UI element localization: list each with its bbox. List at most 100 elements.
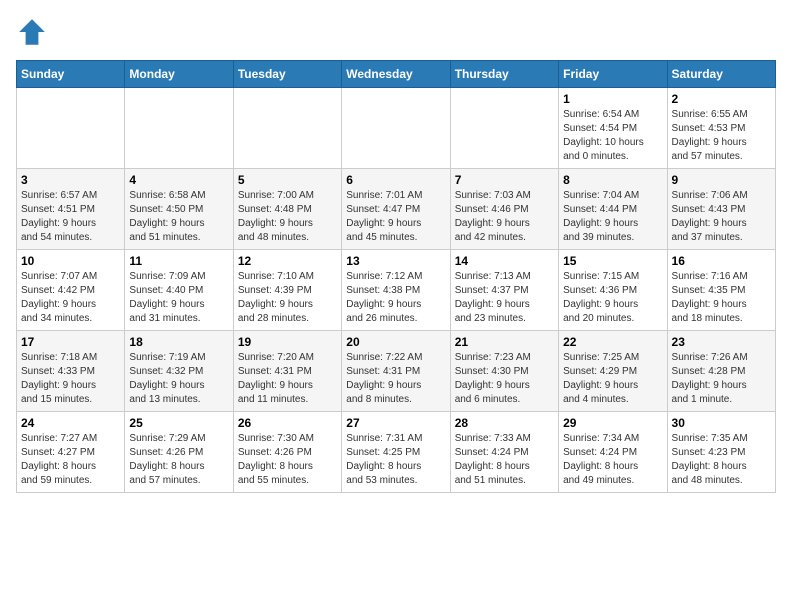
calendar-cell: 24 Sunrise: 7:27 AM Sunset: 4:27 PM Dayli…	[17, 412, 125, 493]
day-number: 25	[129, 416, 228, 430]
calendar-cell: 22 Sunrise: 7:25 AM Sunset: 4:29 PM Dayli…	[559, 331, 667, 412]
calendar-cell: 21 Sunrise: 7:23 AM Sunset: 4:30 PM Dayli…	[450, 331, 558, 412]
day-info: Sunrise: 7:01 AM Sunset: 4:47 PM Dayligh…	[346, 189, 445, 245]
calendar-cell	[450, 88, 558, 169]
logo-icon	[16, 16, 48, 48]
calendar-cell: 4 Sunrise: 6:58 AM Sunset: 4:50 PM Daylig…	[125, 169, 233, 250]
calendar-cell: 23 Sunrise: 7:26 AM Sunset: 4:28 PM Dayli…	[667, 331, 775, 412]
calendar-cell: 3 Sunrise: 6:57 AM Sunset: 4:51 PM Daylig…	[17, 169, 125, 250]
day-number: 3	[21, 173, 120, 187]
column-header-friday: Friday	[559, 61, 667, 88]
day-info: Sunrise: 7:19 AM Sunset: 4:32 PM Dayligh…	[129, 351, 228, 407]
calendar-week-1: 1Sunrise: 6:54 AM Sunset: 4:54 PM Daylig…	[17, 88, 776, 169]
calendar-cell: 14 Sunrise: 7:13 AM Sunset: 4:37 PM Dayli…	[450, 250, 558, 331]
day-info: Sunrise: 7:00 AM Sunset: 4:48 PM Dayligh…	[238, 189, 337, 245]
day-info: Sunrise: 6:55 AM Sunset: 4:53 PM Dayligh…	[672, 108, 771, 164]
day-number: 12	[238, 254, 337, 268]
day-number: 23	[672, 335, 771, 349]
day-number: 26	[238, 416, 337, 430]
day-info: Sunrise: 7:22 AM Sunset: 4:31 PM Dayligh…	[346, 351, 445, 407]
calendar-cell: 29 Sunrise: 7:34 AM Sunset: 4:24 PM Dayli…	[559, 412, 667, 493]
calendar-cell	[125, 88, 233, 169]
day-number: 7	[455, 173, 554, 187]
calendar-cell: 18 Sunrise: 7:19 AM Sunset: 4:32 PM Dayli…	[125, 331, 233, 412]
calendar-header-row: SundayMondayTuesdayWednesdayThursdayFrid…	[17, 61, 776, 88]
day-number: 8	[563, 173, 662, 187]
calendar-cell	[17, 88, 125, 169]
calendar-cell: 16 Sunrise: 7:16 AM Sunset: 4:35 PM Dayli…	[667, 250, 775, 331]
calendar-cell: 12 Sunrise: 7:10 AM Sunset: 4:39 PM Dayli…	[233, 250, 341, 331]
day-number: 14	[455, 254, 554, 268]
day-info: Sunrise: 6:58 AM Sunset: 4:50 PM Dayligh…	[129, 189, 228, 245]
day-number: 6	[346, 173, 445, 187]
day-number: 22	[563, 335, 662, 349]
day-info: Sunrise: 7:16 AM Sunset: 4:35 PM Dayligh…	[672, 270, 771, 326]
calendar-cell: 26 Sunrise: 7:30 AM Sunset: 4:26 PM Dayli…	[233, 412, 341, 493]
calendar-week-2: 3 Sunrise: 6:57 AM Sunset: 4:51 PM Daylig…	[17, 169, 776, 250]
day-number: 4	[129, 173, 228, 187]
day-number: 5	[238, 173, 337, 187]
day-number: 28	[455, 416, 554, 430]
page-header	[16, 16, 776, 48]
column-header-monday: Monday	[125, 61, 233, 88]
day-info: Sunrise: 7:10 AM Sunset: 4:39 PM Dayligh…	[238, 270, 337, 326]
calendar-cell: 28 Sunrise: 7:33 AM Sunset: 4:24 PM Dayli…	[450, 412, 558, 493]
day-info: Sunrise: 7:12 AM Sunset: 4:38 PM Dayligh…	[346, 270, 445, 326]
day-info: Sunrise: 7:27 AM Sunset: 4:27 PM Dayligh…	[21, 432, 120, 488]
day-info: Sunrise: 7:23 AM Sunset: 4:30 PM Dayligh…	[455, 351, 554, 407]
calendar-cell: 8Sunrise: 7:04 AM Sunset: 4:44 PM Daylig…	[559, 169, 667, 250]
day-info: Sunrise: 7:33 AM Sunset: 4:24 PM Dayligh…	[455, 432, 554, 488]
day-info: Sunrise: 7:31 AM Sunset: 4:25 PM Dayligh…	[346, 432, 445, 488]
calendar-cell: 6 Sunrise: 7:01 AM Sunset: 4:47 PM Daylig…	[342, 169, 450, 250]
day-info: Sunrise: 7:35 AM Sunset: 4:23 PM Dayligh…	[672, 432, 771, 488]
calendar-cell: 11Sunrise: 7:09 AM Sunset: 4:40 PM Dayli…	[125, 250, 233, 331]
day-number: 9	[672, 173, 771, 187]
calendar-cell: 17 Sunrise: 7:18 AM Sunset: 4:33 PM Dayli…	[17, 331, 125, 412]
day-number: 17	[21, 335, 120, 349]
calendar-cell: 13 Sunrise: 7:12 AM Sunset: 4:38 PM Dayli…	[342, 250, 450, 331]
day-number: 10	[21, 254, 120, 268]
calendar-cell: 27Sunrise: 7:31 AM Sunset: 4:25 PM Dayli…	[342, 412, 450, 493]
day-number: 2	[672, 92, 771, 106]
column-header-saturday: Saturday	[667, 61, 775, 88]
column-header-wednesday: Wednesday	[342, 61, 450, 88]
calendar-cell: 2 Sunrise: 6:55 AM Sunset: 4:53 PM Daylig…	[667, 88, 775, 169]
calendar-cell: 9Sunrise: 7:06 AM Sunset: 4:43 PM Daylig…	[667, 169, 775, 250]
day-number: 11	[129, 254, 228, 268]
day-number: 29	[563, 416, 662, 430]
day-info: Sunrise: 6:57 AM Sunset: 4:51 PM Dayligh…	[21, 189, 120, 245]
column-header-thursday: Thursday	[450, 61, 558, 88]
day-number: 30	[672, 416, 771, 430]
day-number: 20	[346, 335, 445, 349]
day-number: 19	[238, 335, 337, 349]
day-info: Sunrise: 6:54 AM Sunset: 4:54 PM Dayligh…	[563, 108, 662, 164]
day-info: Sunrise: 7:03 AM Sunset: 4:46 PM Dayligh…	[455, 189, 554, 245]
calendar-cell: 7 Sunrise: 7:03 AM Sunset: 4:46 PM Daylig…	[450, 169, 558, 250]
day-info: Sunrise: 7:13 AM Sunset: 4:37 PM Dayligh…	[455, 270, 554, 326]
day-info: Sunrise: 7:25 AM Sunset: 4:29 PM Dayligh…	[563, 351, 662, 407]
calendar-cell: 19 Sunrise: 7:20 AM Sunset: 4:31 PM Dayli…	[233, 331, 341, 412]
day-number: 16	[672, 254, 771, 268]
calendar-cell	[342, 88, 450, 169]
day-number: 18	[129, 335, 228, 349]
day-number: 24	[21, 416, 120, 430]
day-info: Sunrise: 7:29 AM Sunset: 4:26 PM Dayligh…	[129, 432, 228, 488]
day-number: 13	[346, 254, 445, 268]
calendar-week-4: 17 Sunrise: 7:18 AM Sunset: 4:33 PM Dayli…	[17, 331, 776, 412]
calendar-cell	[233, 88, 341, 169]
day-number: 21	[455, 335, 554, 349]
calendar-cell: 10 Sunrise: 7:07 AM Sunset: 4:42 PM Dayli…	[17, 250, 125, 331]
day-info: Sunrise: 7:18 AM Sunset: 4:33 PM Dayligh…	[21, 351, 120, 407]
day-info: Sunrise: 7:30 AM Sunset: 4:26 PM Dayligh…	[238, 432, 337, 488]
day-info: Sunrise: 7:20 AM Sunset: 4:31 PM Dayligh…	[238, 351, 337, 407]
day-number: 15	[563, 254, 662, 268]
calendar-cell: 5 Sunrise: 7:00 AM Sunset: 4:48 PM Daylig…	[233, 169, 341, 250]
calendar-week-5: 24 Sunrise: 7:27 AM Sunset: 4:27 PM Dayli…	[17, 412, 776, 493]
day-info: Sunrise: 7:26 AM Sunset: 4:28 PM Dayligh…	[672, 351, 771, 407]
column-header-tuesday: Tuesday	[233, 61, 341, 88]
day-info: Sunrise: 7:07 AM Sunset: 4:42 PM Dayligh…	[21, 270, 120, 326]
calendar-cell: 1Sunrise: 6:54 AM Sunset: 4:54 PM Daylig…	[559, 88, 667, 169]
day-info: Sunrise: 7:34 AM Sunset: 4:24 PM Dayligh…	[563, 432, 662, 488]
calendar-table: SundayMondayTuesdayWednesdayThursdayFrid…	[16, 60, 776, 493]
calendar-cell: 25 Sunrise: 7:29 AM Sunset: 4:26 PM Dayli…	[125, 412, 233, 493]
